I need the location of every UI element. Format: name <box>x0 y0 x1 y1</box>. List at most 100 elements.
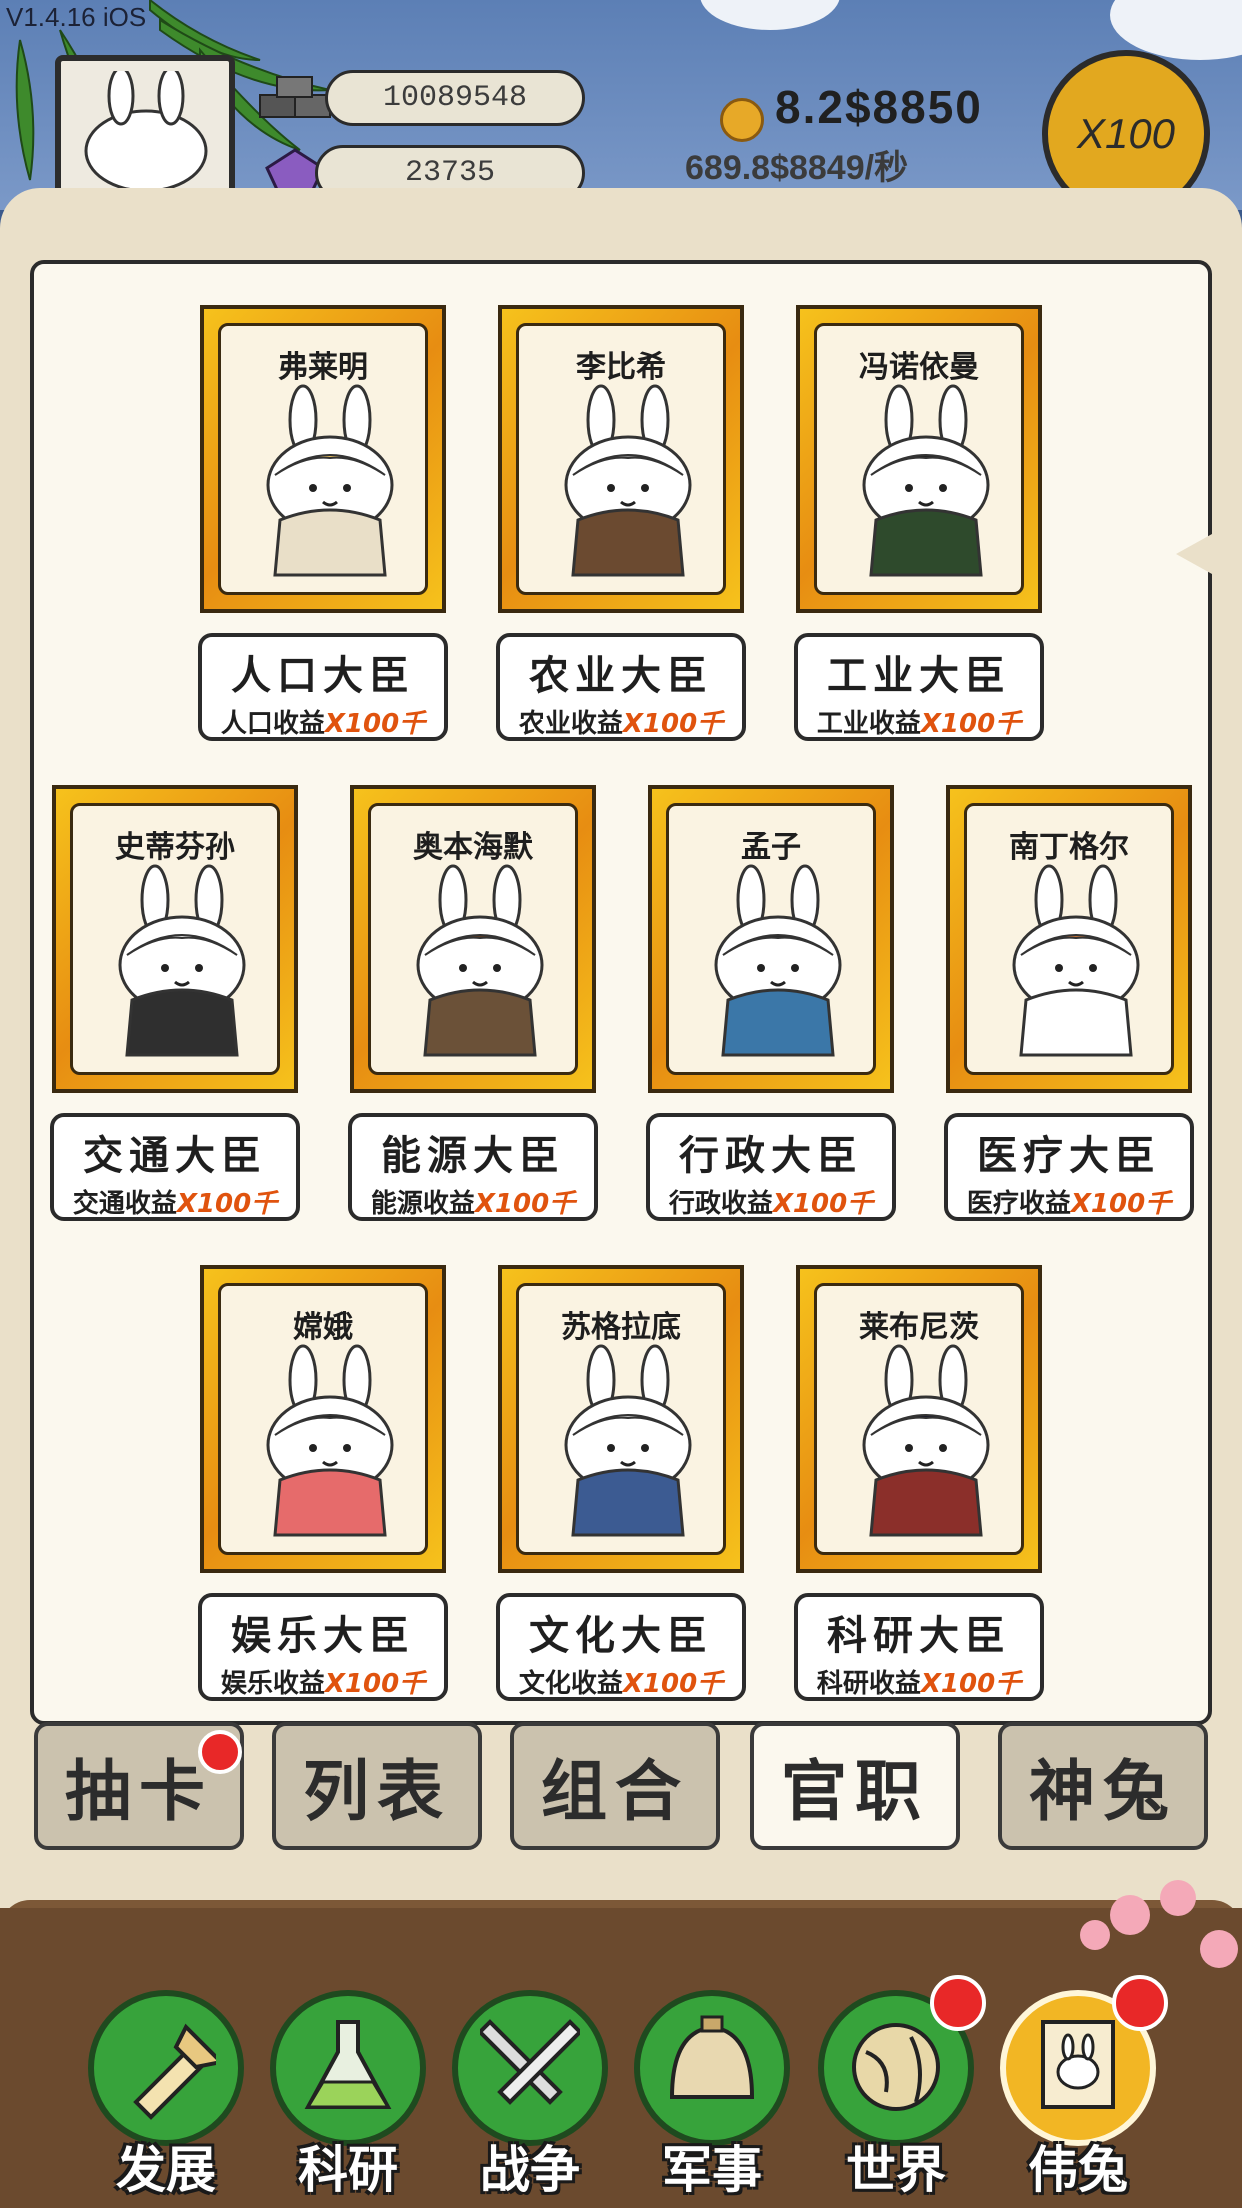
minister-card[interactable]: 莱布尼茨 <box>796 1265 1042 1573</box>
minister-card[interactable]: 嫦娥 <box>200 1265 446 1573</box>
rabbit-portrait-icon <box>564 1344 692 1537</box>
tab-label: 组合 <box>541 1753 689 1830</box>
portrait-icon <box>1041 2020 1115 2109</box>
bonus-label: 科研收益 <box>816 1669 921 1699</box>
card-frame: 冯诺依曼 <box>814 323 1024 595</box>
card-frame: 史蒂芬孙 <box>70 803 280 1075</box>
avatar[interactable] <box>55 55 235 205</box>
bonus-multiplier: X100千 <box>176 1189 278 1219</box>
nav-label: 战争 <box>480 2141 580 2199</box>
notification-badge <box>198 1730 242 1774</box>
minister-card[interactable]: 李比希 <box>498 305 744 613</box>
bonus-label: 能源收益 <box>370 1189 475 1219</box>
blossom-decoration <box>1110 1895 1150 1935</box>
minister-bonus: 文化收益X100千 <box>500 1663 742 1700</box>
minister-title-box: 人口大臣 人口收益X100千 <box>198 633 448 741</box>
bonus-multiplier: X100千 <box>324 1669 426 1699</box>
bonus-multiplier: X100千 <box>920 709 1022 739</box>
minister-card[interactable]: 弗莱明 <box>200 305 446 613</box>
minister-title: 科研大臣 <box>827 1613 1011 1659</box>
minister-bonus: 交通收益X100千 <box>54 1183 296 1220</box>
bonus-label: 行政收益 <box>668 1189 773 1219</box>
minister-title: 人口大臣 <box>231 653 415 699</box>
minister-card[interactable]: 苏格拉底 <box>498 1265 744 1573</box>
rabbit-portrait-icon <box>714 864 842 1057</box>
bonus-multiplier: X100千 <box>474 1189 576 1219</box>
blossom-decoration <box>1160 1880 1196 1916</box>
minister-title-box: 娱乐大臣 娱乐收益X100千 <box>198 1593 448 1701</box>
nav-research[interactable]: 科研 <box>270 1990 426 2199</box>
bonus-label: 医疗收益 <box>966 1189 1071 1219</box>
minister-title-box: 工业大臣 工业收益X100千 <box>794 633 1044 741</box>
bonus-label: 工业收益 <box>816 709 921 739</box>
minister-title-box: 能源大臣 能源收益X100千 <box>348 1113 598 1221</box>
flask-icon <box>304 2020 392 2109</box>
version-label: V1.4.16 iOS <box>6 2 147 32</box>
rabbit-portrait-icon <box>266 384 394 577</box>
minister-card[interactable]: 奥本海默 <box>350 785 596 1093</box>
minister-title: 能源大臣 <box>381 1133 565 1179</box>
helmet-icon <box>669 2015 755 2099</box>
minister-card[interactable]: 史蒂芬孙 <box>52 785 298 1093</box>
card-frame: 莱布尼茨 <box>814 1283 1024 1555</box>
minister-bonus: 农业收益X100千 <box>500 703 742 740</box>
minister-title: 文化大臣 <box>529 1613 713 1659</box>
bricks-counter: 10089548 <box>325 70 585 126</box>
rabbit-portrait-icon <box>862 1344 990 1537</box>
bricks-icon <box>259 76 331 118</box>
scroll-notch <box>1176 534 1212 574</box>
nav-develop[interactable]: 发展 <box>88 1990 244 2199</box>
minister-bonus: 能源收益X100千 <box>352 1183 594 1220</box>
multiplier-button[interactable]: X100 <box>1042 50 1210 210</box>
income-rate: 689.8$8849/秒 <box>685 149 909 187</box>
nav-label: 世界 <box>846 2141 946 2199</box>
minister-card[interactable]: 冯诺依曼 <box>796 305 1042 613</box>
tab-office[interactable]: 官职 <box>750 1722 960 1850</box>
bonus-multiplier: X100千 <box>772 1189 874 1219</box>
cloud-decoration <box>700 0 840 30</box>
swords-icon <box>480 2019 580 2105</box>
rabbit-portrait-icon <box>1012 864 1140 1057</box>
bonus-multiplier: X100千 <box>920 1669 1022 1699</box>
tab-label: 列表 <box>303 1753 451 1830</box>
rabbit-portrait-icon <box>118 864 246 1057</box>
coin-icon <box>720 98 764 142</box>
card-frame: 弗莱明 <box>218 323 428 595</box>
notification-badge <box>1112 1975 1168 2031</box>
minister-bonus: 人口收益X100千 <box>202 703 444 740</box>
bonus-multiplier: X100千 <box>324 709 426 739</box>
card-frame: 南丁格尔 <box>964 803 1174 1075</box>
status-bar: V1.4.16 iOS 10089548 23735 8.2$8850 689.… <box>0 0 1242 210</box>
tab-divine-rabbit[interactable]: 神兔 <box>998 1722 1208 1850</box>
nav-war[interactable]: 战争 <box>452 1990 608 2199</box>
bonus-label: 娱乐收益 <box>220 1669 325 1699</box>
bonus-multiplier: X100千 <box>1070 1189 1172 1219</box>
minister-bonus: 医疗收益X100千 <box>948 1183 1190 1220</box>
rabbit-portrait-icon <box>416 864 544 1057</box>
minister-title: 娱乐大臣 <box>231 1613 415 1659</box>
nav-military[interactable]: 军事 <box>634 1990 790 2199</box>
bonus-multiplier: X100千 <box>622 1669 724 1699</box>
shovel-icon <box>133 2023 216 2120</box>
nav-label: 发展 <box>116 2141 216 2199</box>
money-total: 8.2$8850 <box>775 81 983 133</box>
minister-bonus: 行政收益X100千 <box>650 1183 892 1220</box>
minister-bonus: 娱乐收益X100千 <box>202 1663 444 1700</box>
tab-list[interactable]: 列表 <box>272 1722 482 1850</box>
minister-card[interactable]: 孟子 <box>648 785 894 1093</box>
tab-label: 神兔 <box>1029 1753 1177 1830</box>
minister-title-box: 文化大臣 文化收益X100千 <box>496 1593 746 1701</box>
tab-label: 官职 <box>781 1753 929 1830</box>
nav-label: 伟兔 <box>1028 2141 1128 2199</box>
bonus-multiplier: X100千 <box>622 709 724 739</box>
minister-bonus: 工业收益X100千 <box>798 703 1040 740</box>
nav-label: 军事 <box>662 2141 762 2199</box>
blossom-decoration <box>1200 1930 1238 1968</box>
rabbit-portrait-icon <box>564 384 692 577</box>
minister-card[interactable]: 南丁格尔 <box>946 785 1192 1093</box>
card-frame: 孟子 <box>666 803 876 1075</box>
tab-combo[interactable]: 组合 <box>510 1722 720 1850</box>
globe-icon <box>852 2023 940 2111</box>
rabbit-avatar-icon <box>84 71 208 191</box>
bonus-label: 文化收益 <box>518 1669 623 1699</box>
